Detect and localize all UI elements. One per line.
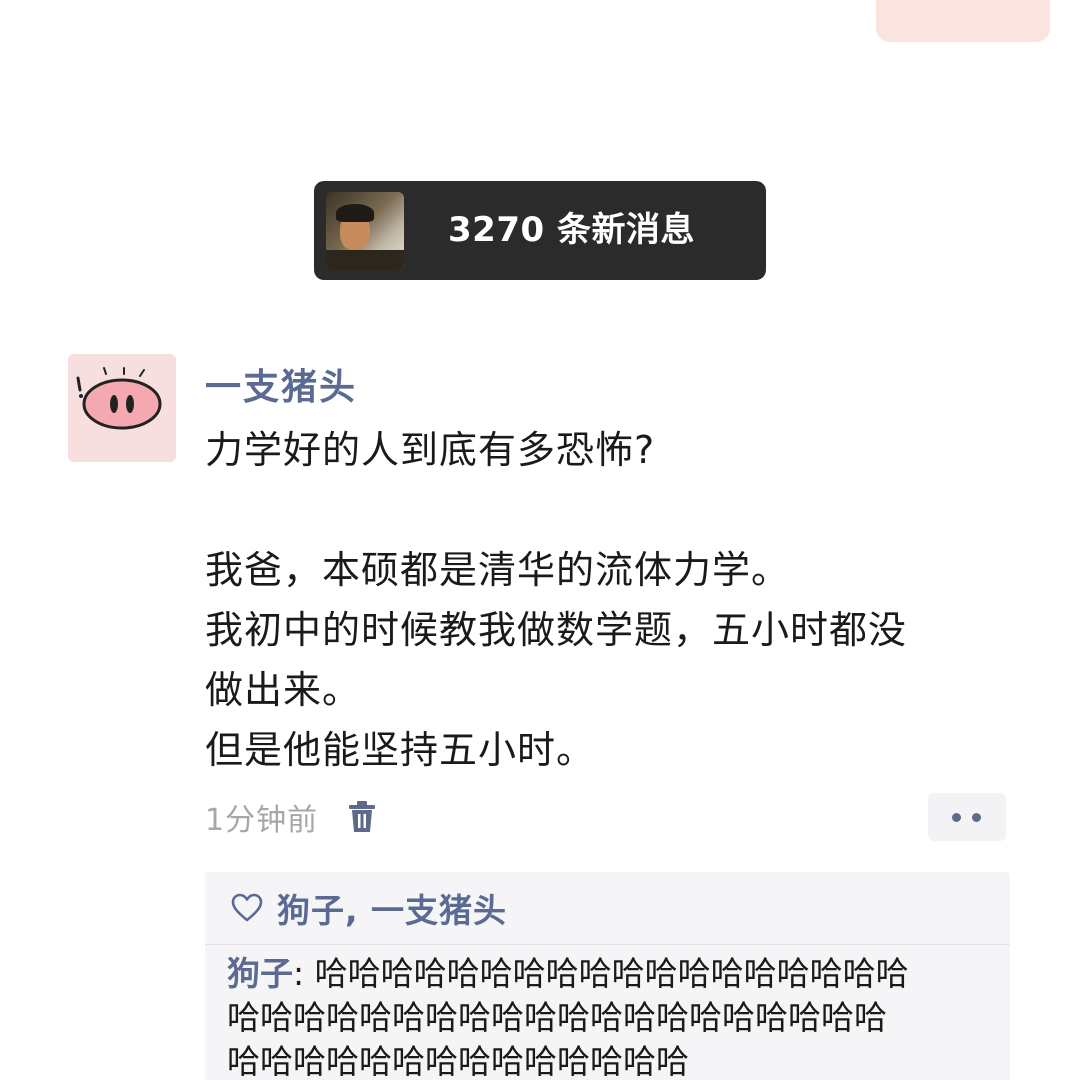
- post-line: 我初中的时候教我做数学题，五小时都没: [205, 608, 908, 652]
- chat-screen: 3270 条新消息 一支猪头 力学好的人到底有多恐怖? 我爸，本硕都是清华的流体…: [0, 0, 1080, 1080]
- heart-outline-icon: [231, 893, 263, 922]
- post-line: 我爸，本硕都是清华的流体力学。: [205, 548, 791, 592]
- comment-line: 哈哈哈哈哈哈哈哈哈哈哈哈哈哈哈哈哈哈哈哈: [227, 998, 887, 1037]
- trash-icon[interactable]: [348, 800, 376, 834]
- post-line: 但是他能坚持五小时。: [205, 728, 596, 772]
- post-username[interactable]: 一支猪头: [205, 358, 357, 410]
- comment-text: 哈哈哈哈哈哈哈哈哈哈哈哈哈哈哈哈哈哈: [314, 954, 909, 993]
- new-messages-banner[interactable]: 3270 条新消息: [314, 181, 766, 280]
- post-meta: 1分钟前: [205, 795, 376, 839]
- own-message-bubble[interactable]: [876, 0, 1050, 42]
- post-line: 力学好的人到底有多恐怖?: [205, 428, 656, 472]
- comment-author[interactable]: 狗子: [227, 954, 293, 993]
- post-content: 力学好的人到底有多恐怖? 我爸，本硕都是清华的流体力学。 我初中的时候教我做数学…: [205, 420, 1025, 780]
- comment-line: 狗子: 哈哈哈哈哈哈哈哈哈哈哈哈哈哈哈哈哈哈: [227, 952, 997, 996]
- post-blank-line: [205, 480, 1025, 540]
- comment-line: 哈哈哈哈哈哈哈哈哈哈哈哈哈哈: [227, 1042, 689, 1080]
- comment-separator: :: [293, 954, 315, 993]
- user-avatar[interactable]: [68, 354, 176, 462]
- post-timestamp: 1分钟前: [205, 803, 319, 838]
- divider: [205, 944, 1010, 945]
- new-message-sender-avatar: [326, 192, 404, 270]
- likes-names[interactable]: 狗子, 一支猪头: [277, 884, 507, 932]
- post-line: 做出来。: [205, 668, 362, 712]
- pig-face-icon: [68, 354, 176, 462]
- comment-item[interactable]: 狗子: 哈哈哈哈哈哈哈哈哈哈哈哈哈哈哈哈哈哈 哈哈哈哈哈哈哈哈哈哈哈哈哈哈哈哈哈…: [227, 952, 997, 1080]
- dot: [952, 813, 961, 822]
- likes-and-comments-panel: 狗子, 一支猪头 狗子: 哈哈哈哈哈哈哈哈哈哈哈哈哈哈哈哈哈哈 哈哈哈哈哈哈哈哈…: [205, 872, 1010, 1080]
- more-dots-icon[interactable]: [928, 793, 1006, 841]
- new-messages-label: 3270 条新消息: [448, 210, 695, 250]
- likes-row: 狗子, 一支猪头: [231, 886, 507, 930]
- dot: [972, 813, 981, 822]
